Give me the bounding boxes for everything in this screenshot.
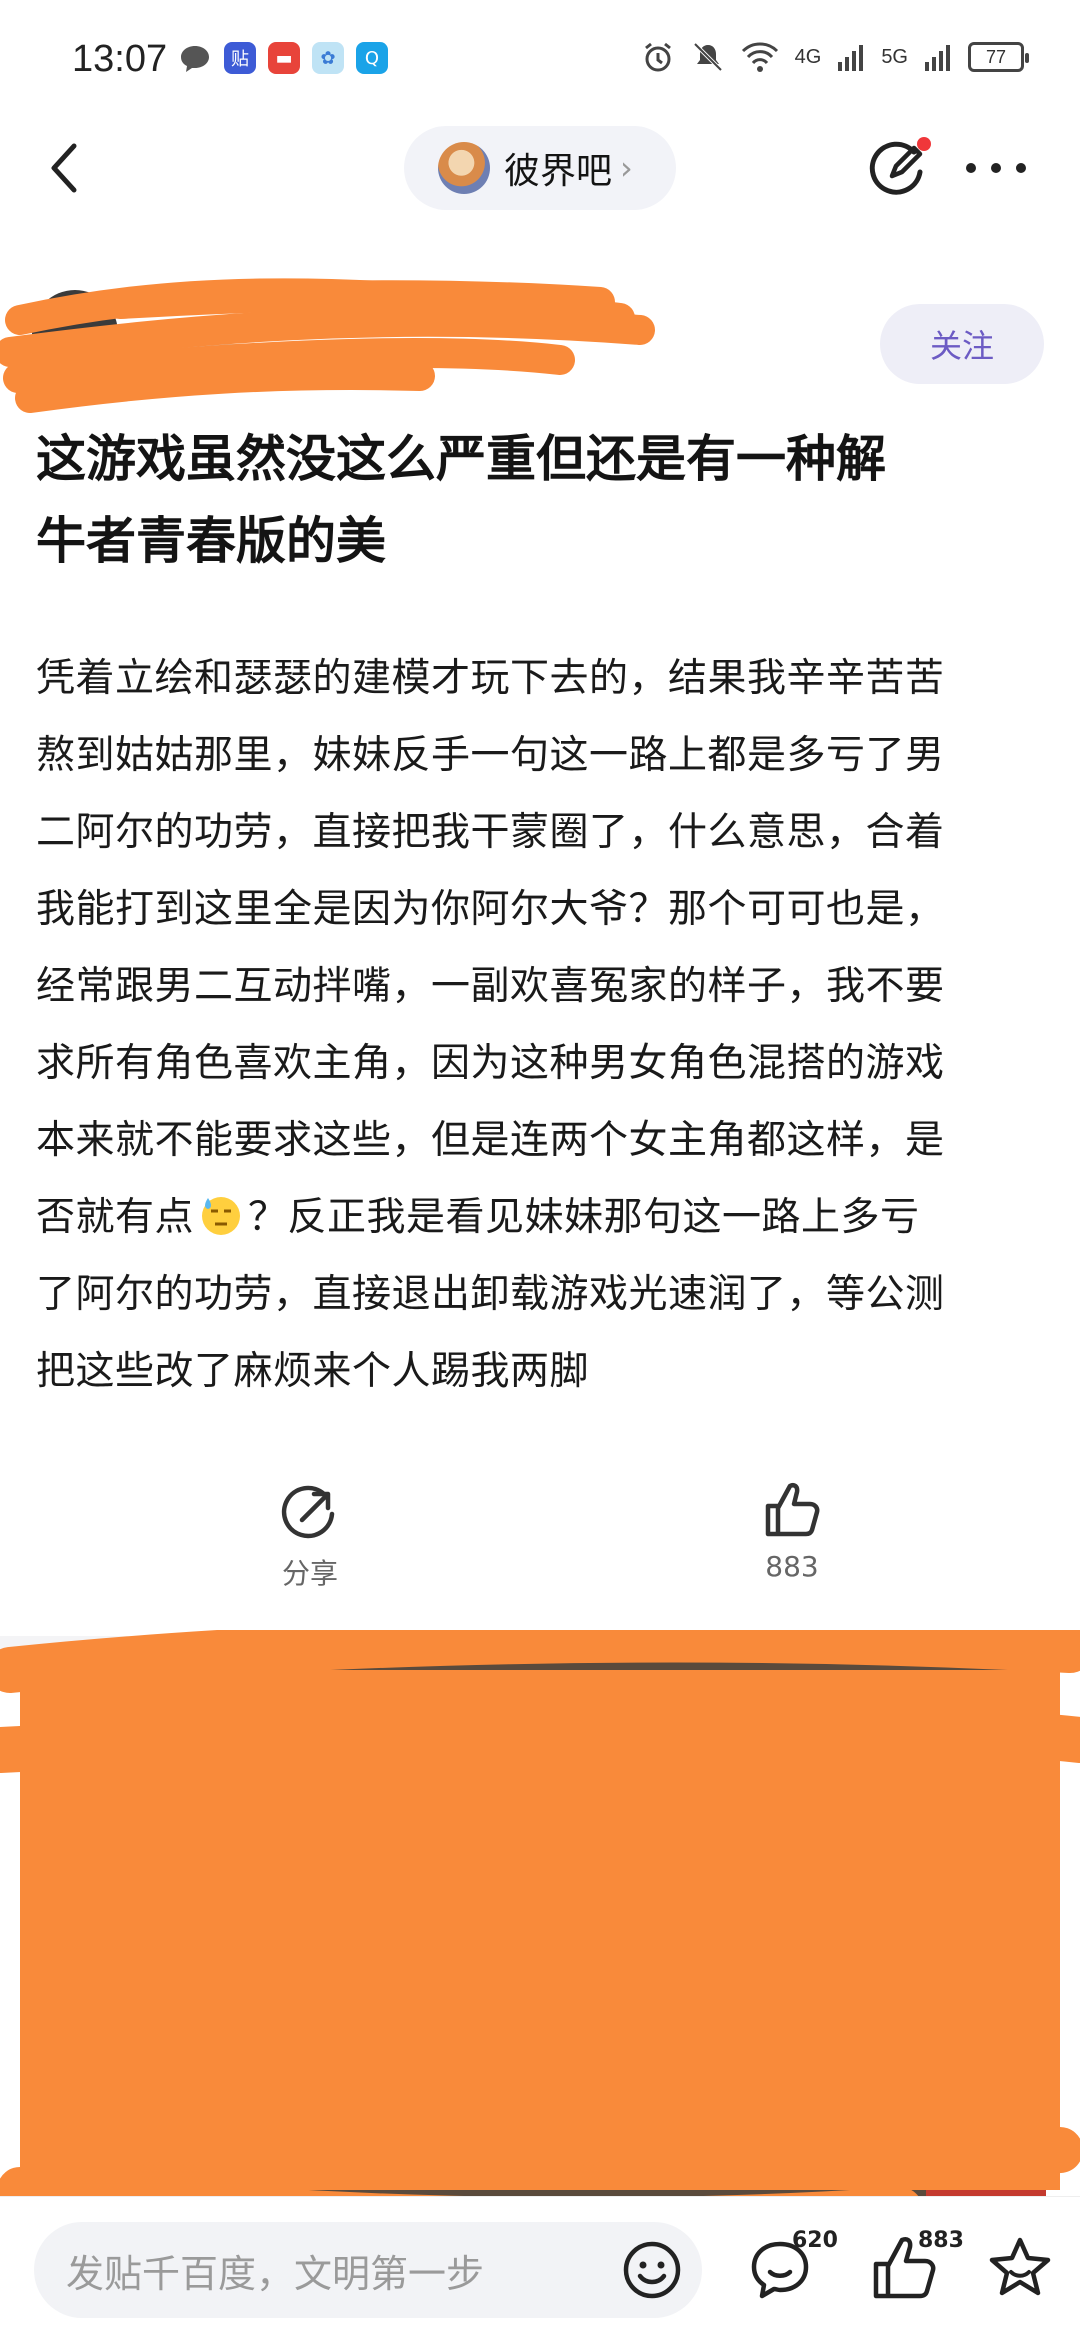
mute-icon	[693, 42, 723, 72]
post-body-line: 求所有角色喜欢主角，因为这种男女角色混搭的游戏	[36, 1041, 945, 1086]
star-icon	[989, 2237, 1051, 2296]
post-body-line: 二阿尔的功劳，直接把我干蒙圈了，什么意思，合着	[36, 810, 945, 855]
status-time: 13:07	[72, 38, 168, 80]
edit-icon	[869, 137, 931, 195]
battery-level: 77	[985, 46, 1007, 67]
post-body-line: 把这些改了麻烦来个人踢我两脚	[36, 1349, 590, 1394]
post-title-line: 这游戏虽然没这么严重但还是有一种解	[36, 430, 886, 488]
follow-button[interactable]: 关注	[880, 304, 1044, 384]
news-app-icon: ▬	[268, 42, 300, 74]
message-icon	[181, 46, 209, 72]
post-body-line: 凭着立绘和瑟瑟的建模才玩下去的，结果我辛辛苦苦	[36, 656, 945, 701]
back-button[interactable]	[40, 140, 88, 196]
edit-post-button[interactable]	[868, 136, 932, 200]
post-body: 凭着立绘和瑟瑟的建模才玩下去的，结果我辛辛苦苦 熬到姑姑那里，妹妹反手一句这一路…	[36, 640, 1046, 1410]
redaction-scribble-image	[0, 1630, 1080, 2230]
comment-count-badge: 620	[792, 2228, 838, 2253]
sweat-emoji-icon	[202, 1197, 241, 1235]
status-system-icons: 4G 5G 77	[641, 40, 1029, 74]
signal-icon	[838, 45, 864, 71]
network-4g-label: 4G	[794, 45, 822, 68]
smiley-icon	[623, 2241, 681, 2299]
search-app-icon: Q	[356, 42, 388, 74]
more-options-button[interactable]	[966, 150, 1026, 186]
post-body-line: 熬到姑姑那里，妹妹反手一句这一路上都是多亏了男	[36, 733, 945, 778]
tieba-app-icon: 贴	[224, 42, 256, 74]
network-5g-label: 5G	[881, 45, 908, 68]
redaction-scribble-author	[0, 278, 655, 413]
chevron-left-icon	[51, 143, 77, 193]
signal-icon-2	[925, 45, 950, 71]
post-body-line: 本来就不能要求这些，但是连两个女主角都这样，是	[36, 1118, 945, 1163]
post-body-line: 我能打到这里全是因为你阿尔大爷？那个可可也是，	[36, 887, 945, 932]
share-button[interactable]: 分享	[250, 1484, 370, 1592]
chevron-right-icon: ›	[620, 149, 633, 187]
favorite-button[interactable]	[986, 2234, 1058, 2306]
post-body-text: ？反正我是看见妹妹那句这一路上多亏	[248, 1195, 920, 1240]
post-title-line: 牛者青春版的美	[36, 512, 386, 570]
forum-link[interactable]: 彼界吧 ›	[404, 126, 676, 210]
wifi-icon	[741, 42, 778, 72]
like-button[interactable]: 883	[732, 1478, 852, 1583]
forum-name: 彼界吧	[504, 151, 613, 192]
share-icon	[281, 1485, 335, 1539]
comment-input[interactable]: 发贴千百度，文明第一步	[34, 2222, 702, 2318]
post-body-text: 否就有点	[36, 1195, 195, 1240]
post-title: 这游戏虽然没这么严重但还是有一种解 牛者青春版的美	[36, 418, 1046, 582]
post-body-line: 经常跟男二互动拌嘴，一副欢喜冤家的样子，我不要	[36, 964, 945, 1009]
share-label: 分享	[281, 1557, 338, 1590]
status-notification-icons: 贴 ▬ ✿ Q	[178, 42, 388, 76]
thumbs-up-icon	[765, 1483, 820, 1537]
emoji-button[interactable]	[620, 2238, 684, 2302]
post-body-line: 了阿尔的功劳，直接退出卸载游戏光速润了，等公测	[36, 1272, 945, 1317]
character-app-icon: ✿	[312, 42, 344, 74]
forum-avatar	[438, 142, 490, 194]
post-body-line: 否就有点 ？反正我是看见妹妹那句这一路上多亏	[36, 1179, 1046, 1256]
alarm-icon	[644, 42, 671, 72]
like-count: 883	[765, 1550, 819, 1583]
battery-icon: 77	[968, 42, 1029, 72]
like-count-badge: 883	[918, 2228, 964, 2253]
